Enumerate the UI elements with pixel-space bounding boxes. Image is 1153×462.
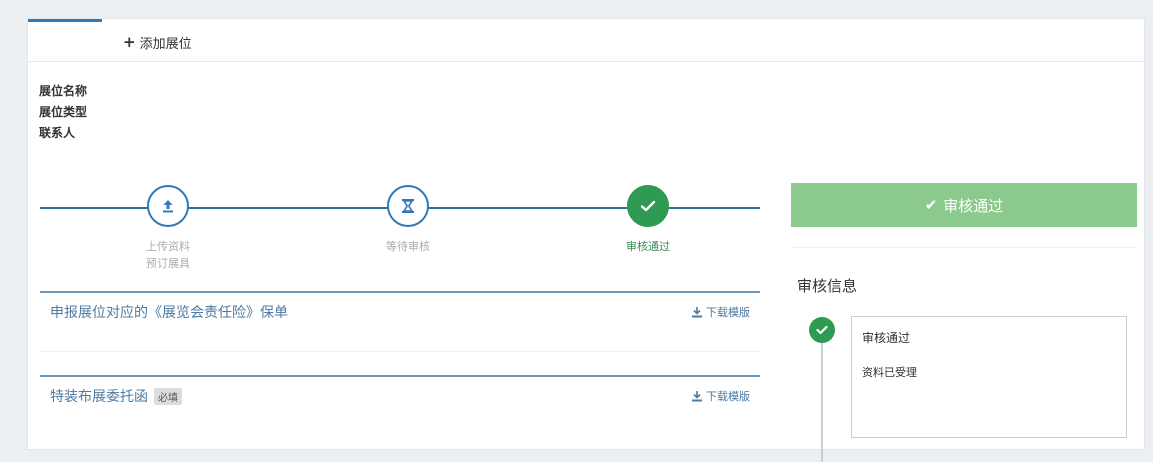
step-waiting-line1: 等待审核 <box>386 240 430 253</box>
review-info-title: 审核信息 <box>797 277 858 295</box>
download-icon <box>692 390 702 401</box>
download-icon <box>692 306 702 317</box>
divider <box>40 351 760 352</box>
timeline-check-icon <box>809 317 835 343</box>
plus-icon: + <box>123 33 136 51</box>
timeline-card: 审核通过 资料已受理 <box>851 316 1127 438</box>
step-approved-label: 审核通过 <box>588 238 708 255</box>
hourglass-icon <box>387 185 429 227</box>
download-template-label-commission: 下载模版 <box>706 390 750 403</box>
progress-steps: 上传资料 预订展具 等待审核 审核通过 <box>40 177 760 277</box>
contact-label: 联系人 <box>39 126 76 140</box>
step-upload-label: 上传资料 预订展具 <box>108 238 228 272</box>
step-upload-line2: 预订展具 <box>146 257 190 270</box>
timeline-line <box>821 342 823 462</box>
upload-icon <box>147 185 189 227</box>
attachment-insurance-title-text: 申报展位对应的《展览会责任险》保单 <box>50 305 288 321</box>
timeline-note: 资料已受理 <box>862 366 917 379</box>
required-badge: 必填 <box>154 387 182 405</box>
divider <box>791 247 1137 248</box>
booth-name-label: 展位名称 <box>39 84 88 98</box>
step-approved: 审核通过 <box>588 185 708 255</box>
tab-current-booth[interactable] <box>28 19 102 61</box>
attachment-commission-title: 特装布展委托函 必填 <box>50 386 182 406</box>
download-template-button-commission[interactable]: 下载模版 <box>692 388 750 404</box>
attachment-commission-title-text: 特装布展委托函 <box>50 389 148 405</box>
attachment-insurance: 申报展位对应的《展览会责任险》保单 下载模版 <box>40 291 760 353</box>
add-booth-tab[interactable]: + 添加展位 <box>123 33 192 53</box>
timeline-status: 审核通过 <box>862 331 911 345</box>
download-template-button-insurance[interactable]: 下载模版 <box>692 304 750 320</box>
attachment-commission: 特装布展委托函 必填 下载模版 <box>40 375 760 437</box>
step-upload: 上传资料 预订展具 <box>108 185 228 272</box>
check-icon <box>627 185 669 227</box>
download-template-label-insurance: 下载模版 <box>706 306 750 319</box>
review-status-button[interactable]: ✔ 审核通过 <box>791 183 1137 227</box>
booth-card: + 添加展位 展位名称 展位类型 联系人 上传资料 预订展具 等待审核 审核通过… <box>27 18 1145 462</box>
tab-bar: + 添加展位 <box>28 19 1144 62</box>
step-upload-line1: 上传资料 <box>146 240 190 253</box>
review-status-label: 审核通过 <box>943 196 1004 215</box>
step-approved-line1: 审核通过 <box>626 240 670 253</box>
booth-info: 展位名称 展位类型 联系人 <box>39 81 87 144</box>
add-booth-label: 添加展位 <box>139 37 192 52</box>
check-icon: ✔ <box>924 196 938 214</box>
booth-type-label: 展位类型 <box>39 105 88 119</box>
attachment-insurance-title: 申报展位对应的《展览会责任险》保单 <box>50 302 288 322</box>
step-waiting-label: 等待审核 <box>348 238 468 255</box>
step-waiting: 等待审核 <box>348 185 468 255</box>
